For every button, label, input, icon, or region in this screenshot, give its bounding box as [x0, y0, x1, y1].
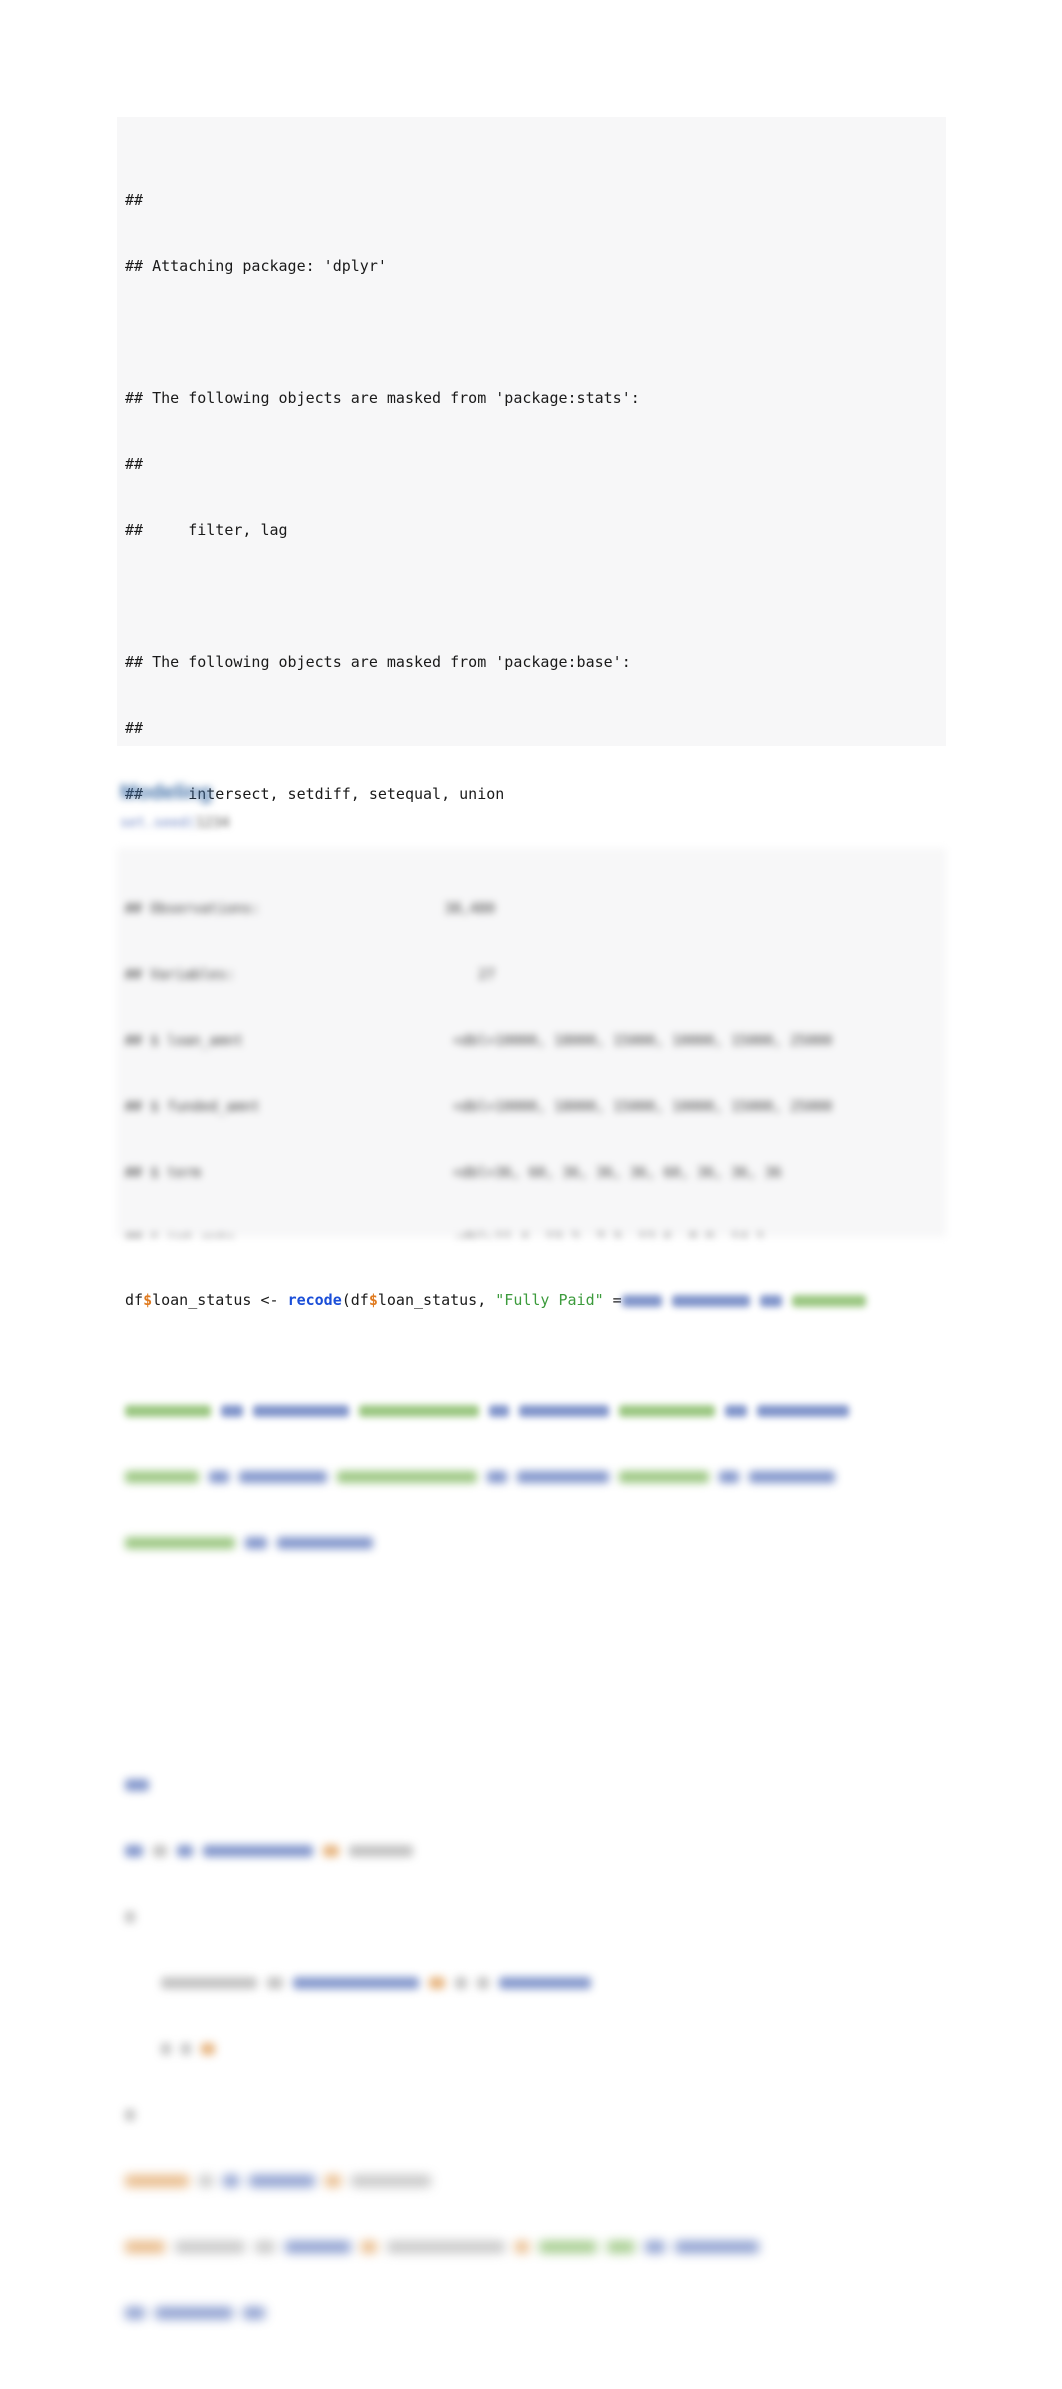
console-line: ## filter, lag [125, 521, 288, 539]
console-code-block: ## ## Attaching package: 'dplyr' ## The … [117, 117, 946, 2319]
subline-number: 1234 [195, 815, 230, 831]
code-token: df [125, 1291, 144, 1309]
row-values: 11.4, 13.2, 7.3, 12.6, 8.9, 14.1 [495, 1228, 765, 1237]
row-type: 38,480 [444, 901, 495, 917]
spacer-line [125, 585, 938, 607]
console-line: ## The following objects are masked from… [125, 389, 640, 407]
row-label: ## $ loan_amnt [125, 1033, 244, 1049]
blurred-token [671, 1294, 750, 1307]
row-label: ## Observations: [125, 901, 260, 917]
console-line: ## [125, 719, 144, 737]
row-label: ## $ term [125, 1165, 201, 1181]
blurred-code-line [125, 1971, 938, 1993]
code-token: loan_status <- [152, 1291, 288, 1309]
table-row: ## $ term <dbl>36, 60, 36, 36, 36, 60, 36… [125, 1162, 938, 1184]
row-label: ## $ funded_amnt [125, 1099, 260, 1115]
row-type: <dbl> [452, 1033, 495, 1049]
output-table-block: ## Observations: 38,480 ## Variables: 27 #… [117, 848, 946, 1237]
row-label: ## Variables: [125, 967, 235, 983]
blurred-token [621, 1294, 662, 1307]
code-line-4: df$loan_status <- recode(df$loan_status,… [125, 1289, 938, 1311]
blurred-code-line [125, 1839, 938, 1861]
blurred-code-line [125, 2235, 938, 2257]
code-token: recode [287, 1291, 342, 1309]
blurred-code-line [125, 2037, 938, 2059]
table-row: ## Observations: 38,480 [125, 898, 938, 920]
row-values: 36, 60, 36, 36, 36, 60, 36, 36, 36 [495, 1165, 782, 1181]
row-type: <dbl> [425, 1228, 495, 1237]
row-values: 10000, 18000, 15000, 10000, 15000, 25000 [495, 1033, 833, 1049]
row-type: 27 [478, 967, 495, 983]
blurred-token [759, 1294, 782, 1307]
subline-fn: set.seed( [120, 815, 196, 831]
code-token: = [603, 1291, 622, 1309]
row-type: <dbl> [452, 1165, 495, 1181]
table-row: ## $ funded_amnt <dbl>10000, 18000, 15000… [125, 1096, 938, 1118]
row-values: 10000, 18000, 15000, 10000, 15000, 25000 [495, 1099, 833, 1115]
blurred-code-line [125, 1773, 938, 1795]
row-type: <dbl> [452, 1099, 495, 1115]
console-line: ## The following objects are masked from… [125, 653, 631, 671]
console-line: ## [125, 191, 144, 209]
blurred-code-line [125, 2301, 938, 2323]
code-token: (df [341, 1291, 369, 1309]
table-row: ## Variables: 27 [125, 964, 938, 986]
table-row: ## $ int_rate<dbl>11.4, 13.2, 7.3, 12.6,… [125, 1228, 938, 1237]
code-token: loan_status, [377, 1291, 496, 1309]
table-row: ## $ loan_amnt <dbl>10000, 18000, 15000, … [125, 1030, 938, 1052]
code-token: $ [368, 1291, 378, 1309]
blurred-code-line [125, 1399, 938, 1421]
console-line: ## [125, 455, 144, 473]
blurred-code-line [125, 1465, 938, 1487]
blurred-code-line [125, 2103, 938, 2125]
code-token: $ [143, 1291, 153, 1309]
blurred-code-line [125, 2169, 938, 2191]
row-label: ## $ int_rate [125, 1228, 425, 1237]
section-subline-code: set.seed(1234 [120, 815, 500, 831]
document-page: ## ## Attaching package: 'dplyr' ## The … [0, 0, 1062, 2319]
code-token: "Fully Paid" [495, 1291, 604, 1309]
blurred-token [791, 1294, 866, 1307]
blurred-code-line [125, 1531, 938, 1553]
section-heading: Modeling [120, 781, 213, 804]
spacer-line [125, 321, 938, 343]
blurred-code-line [125, 1905, 938, 1927]
console-line: ## Attaching package: 'dplyr' [125, 257, 387, 275]
